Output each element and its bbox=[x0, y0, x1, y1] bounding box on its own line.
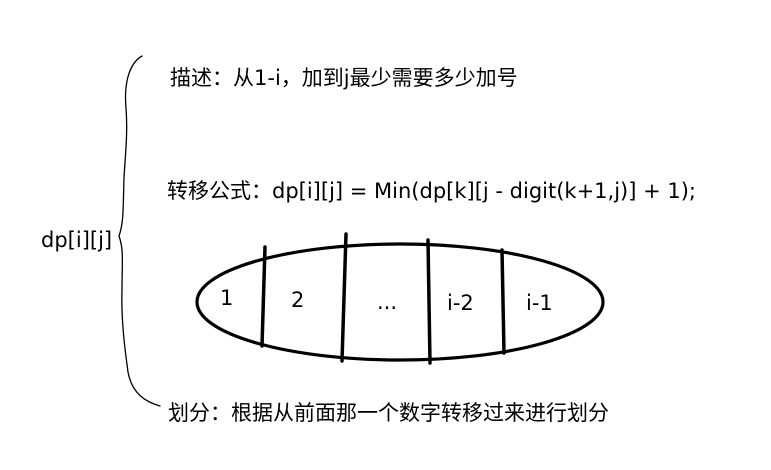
cell-label: 1 bbox=[220, 286, 234, 310]
cell-label: i-2 bbox=[447, 291, 474, 315]
transition-formula-text: 转移公式：dp[i][j] = Min(dp[k][j - digit(k+1,… bbox=[167, 179, 697, 203]
divider-line bbox=[340, 232, 348, 363]
description-text: 描述：从1-i，加到j最少需要多少加号 bbox=[170, 66, 518, 90]
whiteboard-canvas: dp[i][j] 描述：从1-i，加到j最少需要多少加号 转移公式：dp[i][… bbox=[0, 0, 771, 470]
divider-line bbox=[260, 245, 267, 348]
partition-text: 划分：根据从前面那一个数字转移过来进行划分 bbox=[168, 401, 609, 425]
cell-label: 2 bbox=[291, 288, 305, 312]
divider-line bbox=[500, 248, 506, 355]
cell-label: i-1 bbox=[526, 291, 553, 315]
cell-label: ... bbox=[377, 290, 398, 314]
curly-brace bbox=[118, 55, 161, 407]
dp-state-label: dp[i][j] bbox=[41, 228, 113, 252]
divider-line bbox=[426, 238, 432, 365]
